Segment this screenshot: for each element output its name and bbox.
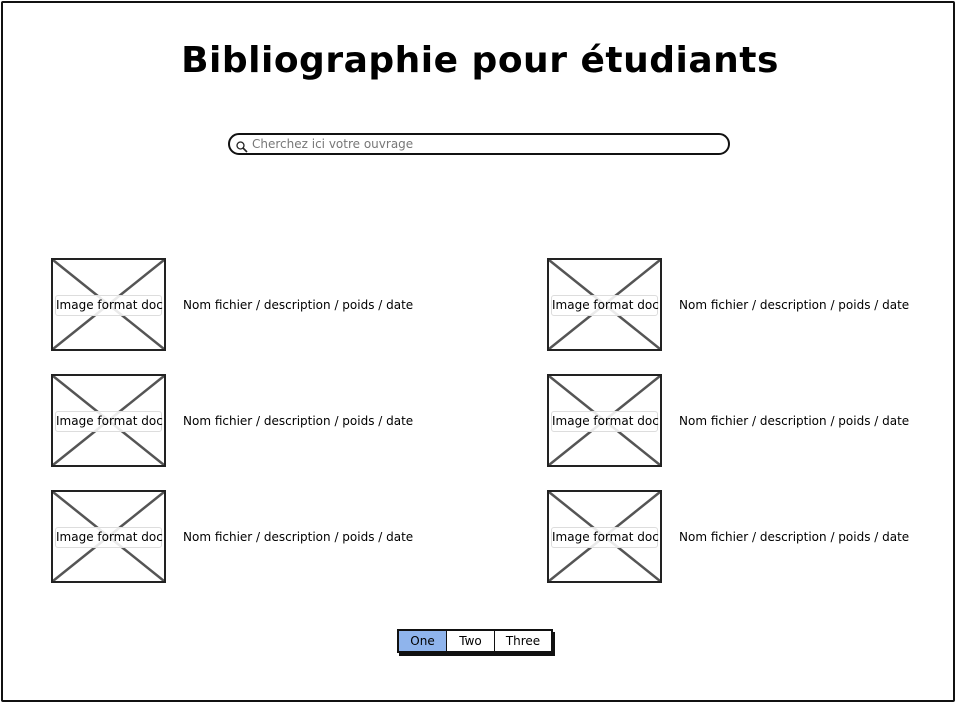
search-icon <box>236 138 248 153</box>
search-bar[interactable] <box>228 133 730 155</box>
document-thumbnail[interactable]: Image format doc <box>51 258 166 351</box>
document-description: Nom fichier / description / poids / date <box>679 297 910 312</box>
thumbnail-label: Image format doc <box>551 527 659 548</box>
thumbnail-label: Image format doc <box>551 411 659 432</box>
document-thumbnail[interactable]: Image format doc <box>51 374 166 467</box>
page-title: Bibliographie pour étudiants <box>181 40 779 81</box>
document-thumbnail[interactable]: Image format doc <box>51 490 166 583</box>
search-input[interactable] <box>252 137 712 151</box>
page-button-three[interactable]: Three <box>495 631 551 651</box>
document-thumbnail[interactable]: Image format doc <box>547 258 662 351</box>
list-item[interactable]: Image format doc Nom fichier / descripti… <box>547 490 909 583</box>
document-description: Nom fichier / description / poids / date <box>183 529 414 544</box>
list-item[interactable]: Image format doc Nom fichier / descripti… <box>51 258 413 351</box>
list-item[interactable]: Image format doc Nom fichier / descripti… <box>51 374 413 467</box>
thumbnail-label: Image format doc <box>55 295 163 316</box>
thumbnail-label: Image format doc <box>55 527 163 548</box>
window-frame <box>1 1 955 702</box>
document-description: Nom fichier / description / poids / date <box>183 297 414 312</box>
document-thumbnail[interactable]: Image format doc <box>547 374 662 467</box>
thumbnail-label: Image format doc <box>551 295 659 316</box>
thumbnail-label: Image format doc <box>55 411 163 432</box>
document-thumbnail[interactable]: Image format doc <box>547 490 662 583</box>
list-item[interactable]: Image format doc Nom fichier / descripti… <box>547 374 909 467</box>
page-button-one[interactable]: One <box>399 631 447 651</box>
list-item[interactable]: Image format doc Nom fichier / descripti… <box>547 258 909 351</box>
list-item[interactable]: Image format doc Nom fichier / descripti… <box>51 490 413 583</box>
document-description: Nom fichier / description / poids / date <box>183 413 414 428</box>
page-button-two[interactable]: Two <box>447 631 495 651</box>
document-description: Nom fichier / description / poids / date <box>679 413 910 428</box>
pagination: One Two Three <box>397 629 553 653</box>
document-description: Nom fichier / description / poids / date <box>679 529 910 544</box>
